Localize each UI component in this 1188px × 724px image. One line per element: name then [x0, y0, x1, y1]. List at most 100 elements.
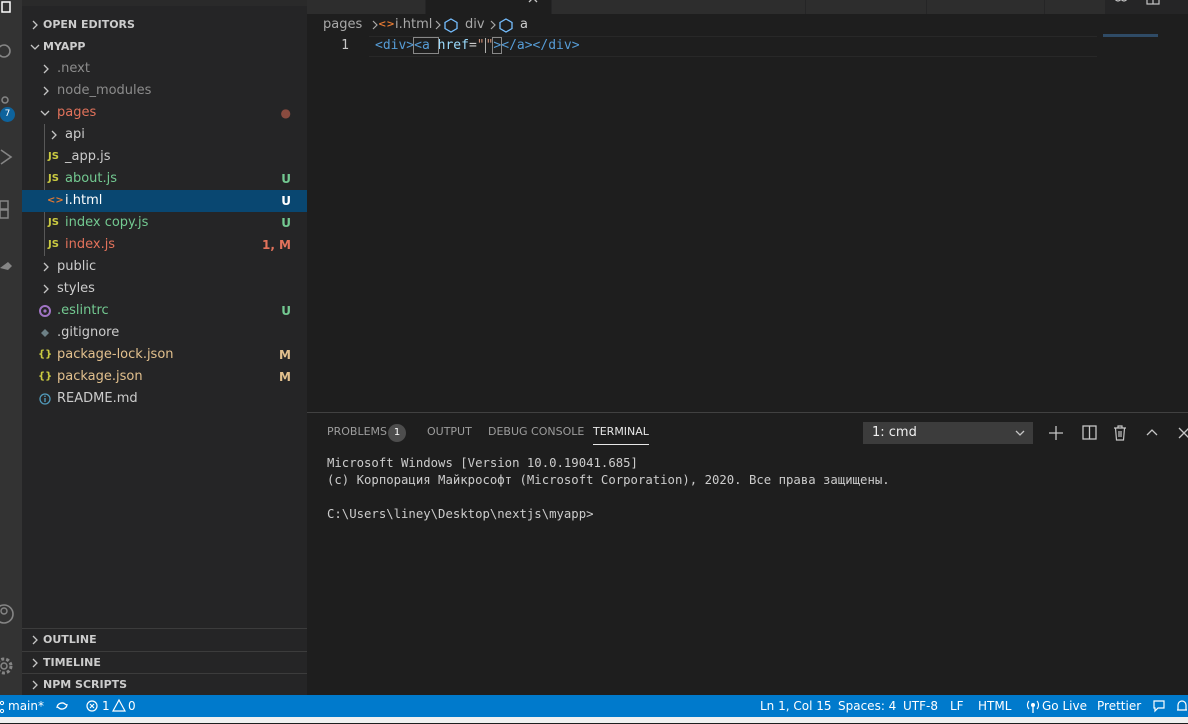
tree-item-label: .next: [57, 61, 90, 76]
section-title: NPM SCRIPTS: [43, 678, 128, 691]
tree-item[interactable]: styles: [22, 278, 307, 300]
chevron-right-icon: [40, 58, 52, 80]
git-status: U: [281, 304, 291, 318]
remote-explorer-icon[interactable]: [0, 250, 22, 280]
split-terminal-icon[interactable]: [1079, 422, 1101, 444]
tree-item[interactable]: README.md: [22, 388, 307, 410]
editor-tab[interactable]: [806, 0, 927, 14]
new-terminal-icon[interactable]: [1045, 422, 1067, 444]
extensions-icon[interactable]: [0, 196, 22, 226]
breadcrumb-item[interactable]: i.html: [395, 14, 432, 36]
tree-item-selected[interactable]: <> i.html U: [22, 190, 307, 212]
section-title: OUTLINE: [43, 633, 97, 646]
editor-tab-strip: [307, 0, 1188, 14]
tree-item[interactable]: public: [22, 256, 307, 278]
tree-item-label: .eslintrc: [57, 303, 109, 318]
json-file-icon: {}: [38, 349, 53, 360]
tree-item[interactable]: JS index copy.js U: [22, 212, 307, 234]
breadcrumb-item[interactable]: div: [465, 14, 485, 36]
code-editor[interactable]: 1 <div><a href=""></a></div>: [307, 36, 1188, 57]
branch-name[interactable]: main*: [8, 695, 44, 717]
tree-item[interactable]: JS about.js U: [22, 168, 307, 190]
npm-scripts-section[interactable]: NPM SCRIPTS: [22, 673, 307, 696]
tree-item[interactable]: {} package-lock.json M: [22, 344, 307, 366]
prettier-status[interactable]: Prettier: [1097, 695, 1141, 717]
code-line[interactable]: <div><a href=""></a></div>: [375, 36, 580, 55]
bottom-panel: PROBLEMS 1 OUTPUT DEBUG CONSOLE TERMINAL…: [307, 412, 1188, 696]
info-icon: [38, 388, 52, 410]
html-file-icon: <>: [378, 19, 395, 30]
breadcrumb-item[interactable]: a: [520, 14, 528, 36]
tree-item-label: node_modules: [57, 83, 152, 98]
terminal-output[interactable]: Microsoft Windows [Version 10.0.19041.68…: [327, 455, 890, 523]
js-file-icon: JS: [48, 217, 59, 228]
end-of-line[interactable]: LF: [950, 695, 964, 717]
open-editors-section[interactable]: OPEN EDITORS: [22, 14, 307, 36]
breadcrumb-item[interactable]: pages: [323, 14, 362, 36]
tree-item[interactable]: pages ●: [22, 102, 307, 124]
tree-item-label: index.js: [65, 237, 116, 252]
split-editor-icon[interactable]: [1145, 0, 1161, 10]
chevron-up-icon[interactable]: [1141, 422, 1163, 444]
tab-output[interactable]: OUTPUT: [427, 413, 472, 451]
chevron-down-icon: [28, 36, 42, 58]
timeline-section[interactable]: TIMELINE: [22, 651, 307, 674]
tree-item[interactable]: node_modules: [22, 80, 307, 102]
cursor-position[interactable]: Ln 1, Col 15: [760, 695, 832, 717]
editor-tab[interactable]: [307, 0, 426, 14]
warning-count[interactable]: 0: [128, 695, 136, 717]
tree-item[interactable]: api: [22, 124, 307, 146]
editor-tab[interactable]: [552, 0, 806, 14]
tab-problems[interactable]: PROBLEMS: [327, 413, 387, 451]
tree-item[interactable]: .next: [22, 58, 307, 80]
tree-item-label: package.json: [57, 369, 143, 384]
section-title: TIMELINE: [43, 656, 101, 669]
activity-bar: 7: [0, 0, 22, 695]
gear-icon[interactable]: [0, 652, 22, 682]
status-bar: main* 1 0 Ln 1, Col 15 Spaces: 4 UTF-8 L…: [0, 695, 1188, 717]
project-section[interactable]: MYAPP: [22, 36, 307, 58]
explorer-icon[interactable]: [0, 0, 22, 30]
line-number: 1: [341, 38, 349, 53]
trash-icon[interactable]: [1109, 422, 1131, 444]
explorer-header-strip: [22, 0, 307, 6]
run-debug-icon[interactable]: [0, 144, 22, 174]
chevron-right-icon: [40, 278, 52, 300]
code-token: <div>: [375, 38, 415, 53]
git-status: U: [281, 194, 291, 208]
tab-debug-console[interactable]: DEBUG CONSOLE: [488, 413, 584, 451]
chevron-right-icon: [40, 256, 52, 278]
editor-tab[interactable]: [927, 0, 1045, 14]
chevron-right-icon: [40, 80, 52, 102]
error-count[interactable]: 1: [102, 695, 110, 717]
chevron-down-icon: [1013, 422, 1027, 444]
tree-item[interactable]: JS _app.js: [22, 146, 307, 168]
tree-item-label: README.md: [57, 391, 138, 406]
indentation[interactable]: Spaces: 4: [838, 695, 896, 717]
search-icon[interactable]: [0, 38, 22, 68]
go-live-button[interactable]: Go Live: [1042, 695, 1087, 717]
chevron-right-icon: [28, 674, 42, 696]
terminal-select[interactable]: 1: cmd: [863, 422, 1033, 444]
tree-item[interactable]: {} package.json M: [22, 366, 307, 388]
encoding[interactable]: UTF-8: [903, 695, 938, 717]
code-token: <a: [413, 37, 439, 54]
tree-item-label: public: [57, 259, 97, 274]
editor-tab-active[interactable]: [426, 0, 552, 14]
js-file-icon: JS: [48, 151, 59, 162]
close-icon[interactable]: [526, 0, 540, 6]
editor-tab[interactable]: [1045, 0, 1106, 14]
tab-terminal[interactable]: TERMINAL: [593, 413, 649, 451]
tree-item[interactable]: .eslintrc U: [22, 300, 307, 322]
git-status: M: [279, 370, 291, 384]
code-token: href: [437, 38, 469, 53]
outline-section[interactable]: OUTLINE: [22, 628, 307, 651]
compare-changes-icon[interactable]: [1113, 0, 1129, 10]
js-file-icon: JS: [48, 173, 59, 184]
language-mode[interactable]: HTML: [978, 695, 1011, 717]
tree-item[interactable]: .gitignore: [22, 322, 307, 344]
accounts-icon[interactable]: [0, 600, 22, 630]
close-icon[interactable]: [1173, 422, 1188, 444]
tree-item[interactable]: JS index.js 1, M: [22, 234, 307, 256]
